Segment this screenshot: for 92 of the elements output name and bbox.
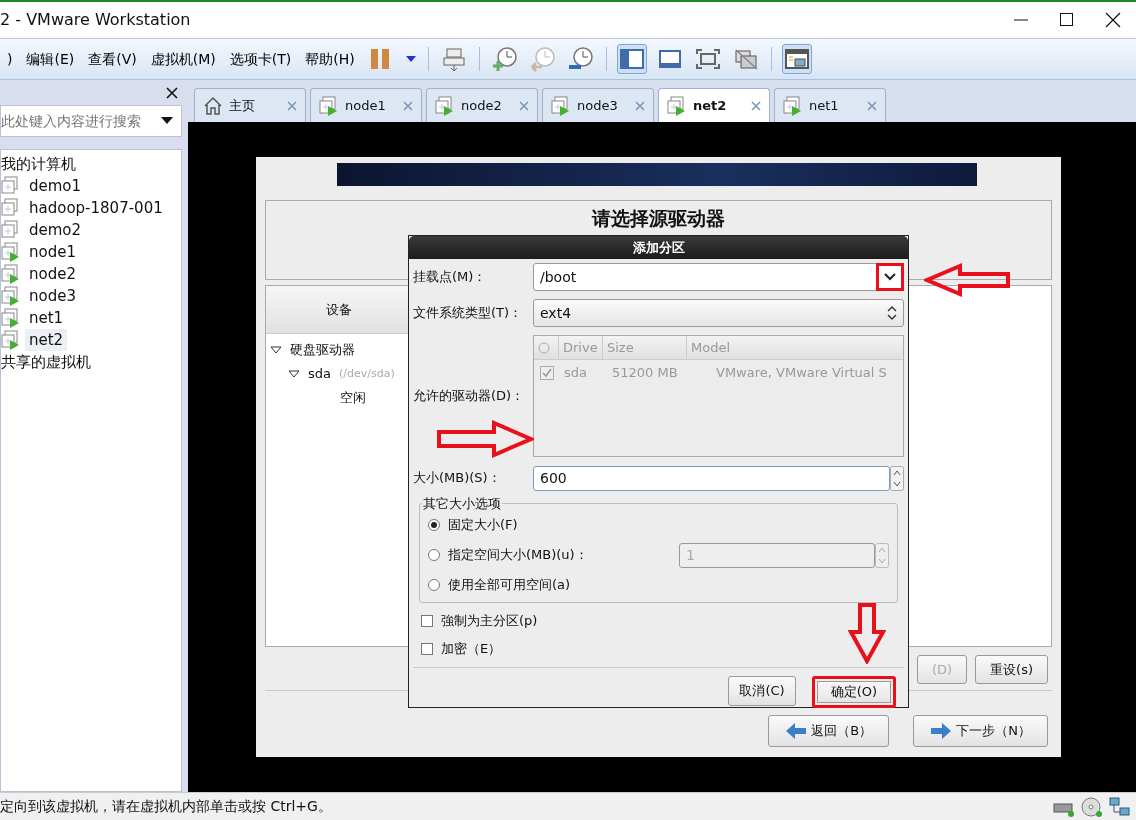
checkbox[interactable] (421, 615, 433, 627)
vm-tree-item[interactable]: demo1 (25, 175, 86, 197)
fullscreen-icon (695, 48, 720, 70)
option-label: 指定空间大小(MB)(u)： (448, 546, 588, 565)
caret-icon (404, 55, 417, 63)
tab[interactable]: net2 (658, 88, 770, 122)
menu-item[interactable]: 虚拟机(M) (143, 48, 223, 70)
expand-triangle-icon[interactable] (270, 346, 282, 354)
right-arrow-icon (930, 722, 953, 740)
field-label: 大小(MB)(S)： (413, 469, 502, 488)
running-vm-icon (551, 95, 571, 116)
reset-button[interactable]: 重设(s) (975, 655, 1048, 684)
clock-arrow-icon (529, 46, 556, 72)
home-icon (203, 95, 223, 116)
thumbnail-view-icon (784, 48, 809, 70)
checkbox-label: 強制为主分区(p) (441, 612, 538, 631)
table-cell-text: 51200 MB (612, 364, 679, 383)
tree-group[interactable]: 共享的虚拟机 (1, 351, 181, 373)
spinner-arrows-icon[interactable] (890, 465, 904, 491)
dialog-title: 添加分区 (409, 236, 908, 259)
vm-tree-item[interactable]: node1 (25, 241, 80, 263)
arrow-icon (848, 602, 886, 664)
next-button[interactable]: 下一步（N） (913, 715, 1048, 747)
console-view-icon (657, 48, 682, 70)
table-cell-text: sda (564, 364, 588, 383)
option-label: 固定大小(F) (448, 516, 518, 535)
vm-tree-item[interactable]: net1 (25, 307, 68, 329)
menu-item[interactable]: 编辑(E) (19, 48, 82, 70)
ok-button[interactable]: 确定(O) (812, 676, 896, 708)
vm-tree-item[interactable]: hadoop-1807-001 (25, 197, 167, 219)
status-text: 定向到该虚拟机，请在虚拟机内部单击或按 Ctrl+G。 (0, 797, 332, 816)
tab[interactable]: 主页 (194, 88, 306, 122)
back-button[interactable]: 返回（B） (768, 715, 890, 747)
left-arrow-icon (785, 722, 808, 740)
field-label: 文件系统类型(T)： (413, 304, 524, 323)
table-cell-text: VMware, VMware Virtual S (716, 364, 887, 383)
running-vm-icon (783, 95, 803, 116)
tree-group[interactable]: 我的计算机 (1, 153, 181, 175)
tab[interactable]: node3 (542, 88, 654, 122)
vm-tree-item[interactable]: net2 (25, 329, 68, 351)
close-icon[interactable] (1103, 12, 1123, 28)
network-icon (1108, 795, 1132, 818)
device-path: (/dev/sda) (339, 366, 395, 382)
running-vm-icon (319, 95, 339, 116)
column-header: Drive (558, 335, 602, 360)
field-label: 挂载点(M)： (413, 268, 488, 287)
close-sidebar-button[interactable] (166, 86, 178, 99)
search-field[interactable]: 此处键入内容进行搜索 (0, 105, 182, 137)
menu-item[interactable]: 选项卡(T) (222, 48, 299, 70)
vm-tree-item[interactable]: demo2 (25, 219, 86, 241)
menu-item[interactable]: 帮助(H) (298, 48, 362, 70)
toolbar-button[interactable] (616, 44, 647, 74)
tab[interactable]: node1 (310, 88, 422, 122)
column-header: 设备 (266, 286, 411, 334)
tree-item[interactable]: 空闲 (340, 386, 366, 410)
field-label: 允许的驱动器(D)： (413, 387, 526, 406)
expand-triangle-icon[interactable] (288, 370, 300, 378)
clock-plus-icon (491, 46, 518, 72)
vm-tree-item[interactable]: node3 (25, 285, 80, 307)
option-label: 使用全部可用空间(a) (448, 576, 571, 595)
tree-item[interactable]: 硬盘驱动器 (290, 338, 355, 362)
sidebar-view-icon (619, 48, 644, 70)
running-vm-icon (667, 95, 687, 116)
windows-crossed-icon (733, 48, 758, 70)
checkbox-label: 加密（E） (441, 640, 502, 659)
window-title: 2 - VMware Workstation (0, 9, 192, 31)
drive-checkbox[interactable] (540, 366, 554, 380)
tab[interactable]: node2 (426, 88, 538, 122)
arrow-icon (924, 263, 1012, 297)
menu-item[interactable]: 查看(V) (81, 48, 144, 70)
radio-button[interactable] (428, 579, 440, 591)
cancel-button[interactable]: 取消(C) (728, 676, 796, 706)
radio-button[interactable] (428, 519, 440, 531)
column-header: Size (602, 335, 686, 360)
toolbar-button[interactable] (781, 44, 812, 74)
clock-wrench-icon (567, 46, 594, 72)
tree-item[interactable]: sda (308, 362, 331, 386)
arrow-icon (436, 420, 534, 458)
filesystem-select[interactable]: ext4 (533, 299, 904, 327)
size-field[interactable]: 600 (533, 465, 890, 491)
tab[interactable]: net1 (774, 88, 886, 122)
menu-item[interactable]: ) (0, 48, 20, 70)
column-header: Model (686, 335, 903, 360)
dropdown-button[interactable] (876, 263, 904, 291)
vm-tree-item[interactable]: node2 (25, 263, 80, 285)
dropdown-arrow-icon[interactable] (161, 117, 173, 125)
running-vm-icon (435, 95, 455, 116)
mount-point-combo[interactable]: /boot (533, 263, 904, 291)
cd-icon (1080, 795, 1104, 818)
checkbox-column-icon (538, 341, 550, 354)
checkbox[interactable] (421, 643, 433, 655)
page-heading: 请选择源驱动器 (592, 207, 725, 229)
